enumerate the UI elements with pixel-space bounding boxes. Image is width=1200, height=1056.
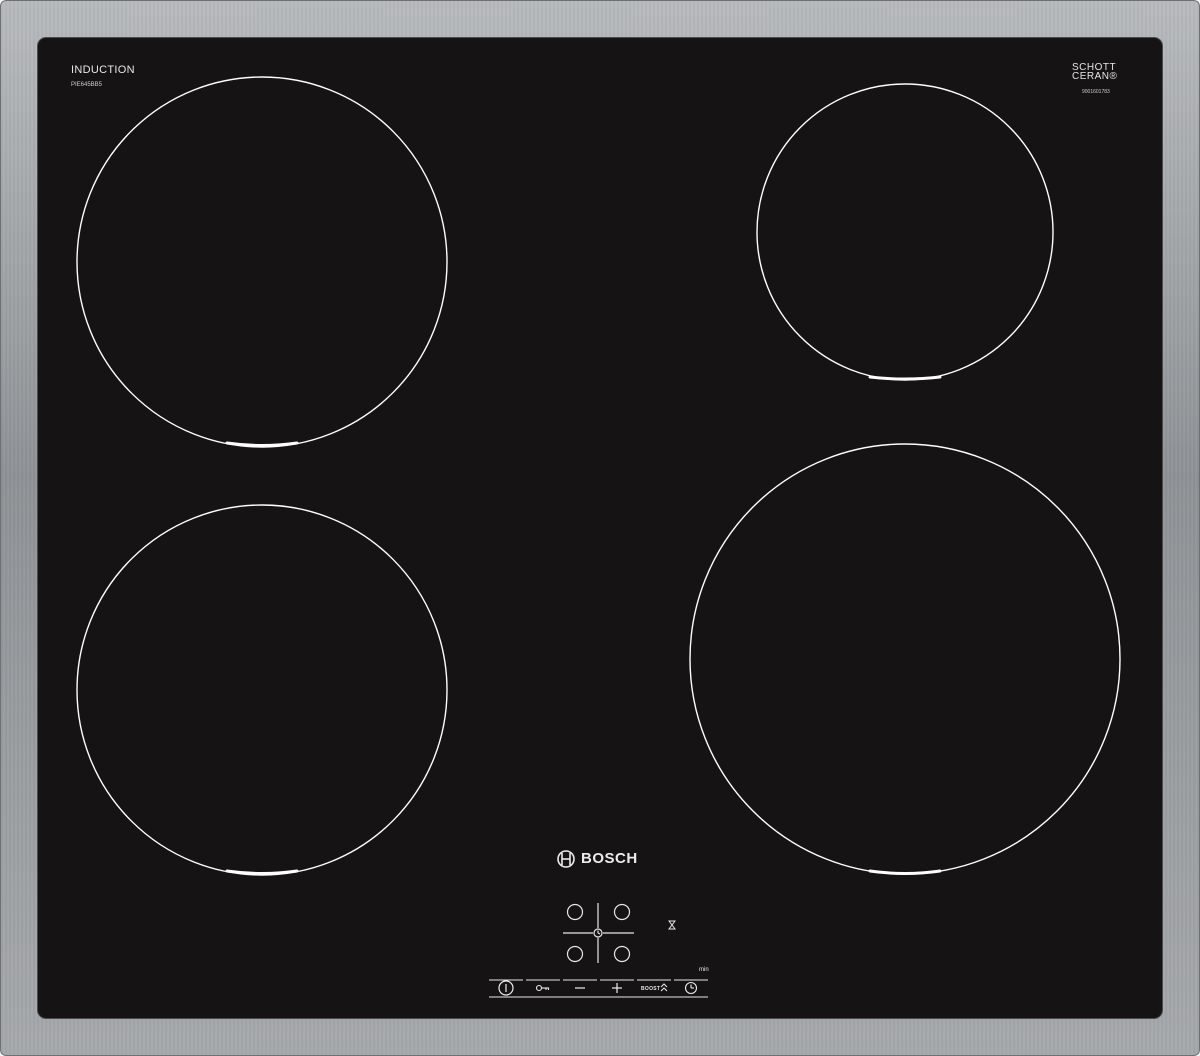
- zone-marker-front-right: [868, 869, 942, 875]
- serial-number: 9001601783: [1082, 89, 1110, 95]
- cooktop-markings: [76, 76, 1121, 998]
- boost-icon: [660, 983, 668, 992]
- zone-selector-diagram: [563, 903, 634, 963]
- zone-select-rear-right[interactable]: [613, 903, 631, 921]
- timer-unit-label: min: [699, 967, 709, 973]
- cooking-zone-front-left[interactable]: [76, 504, 448, 876]
- zone-marker-rear-right: [868, 375, 942, 381]
- cooking-zone-front-right[interactable]: [689, 443, 1121, 875]
- timer-button[interactable]: [684, 981, 698, 995]
- boost-label: BOOST: [641, 986, 661, 992]
- timer-icon: [684, 981, 698, 995]
- power-button[interactable]: [498, 980, 514, 996]
- cooking-zone-rear-left[interactable]: [76, 76, 448, 448]
- boost-button[interactable]: [660, 983, 668, 992]
- glass-brand-logo: SCHOTT CERAN®: [1072, 63, 1118, 82]
- model-number: PIE645BB5: [71, 82, 103, 88]
- zone-marker-rear-left: [225, 441, 299, 447]
- zone-select-front-left[interactable]: [566, 945, 584, 963]
- plus-button[interactable]: [612, 983, 622, 993]
- zone-marker-front-left: [225, 869, 299, 875]
- brand-name: BOSCH: [581, 850, 638, 867]
- child-lock-button[interactable]: [535, 984, 550, 992]
- cooktop-type-label: INDUCTION: [71, 64, 135, 76]
- glass-brand-line-2: CERAN®: [1072, 71, 1118, 82]
- hourglass-icon: [668, 920, 676, 930]
- cooking-zone-rear-right[interactable]: [756, 83, 1054, 381]
- zone-select-front-right[interactable]: [613, 945, 631, 963]
- key-lock-icon: [535, 984, 550, 992]
- bosch-logo-icon: [557, 850, 575, 868]
- plus-icon: [612, 983, 622, 993]
- zone-select-rear-left[interactable]: [566, 903, 584, 921]
